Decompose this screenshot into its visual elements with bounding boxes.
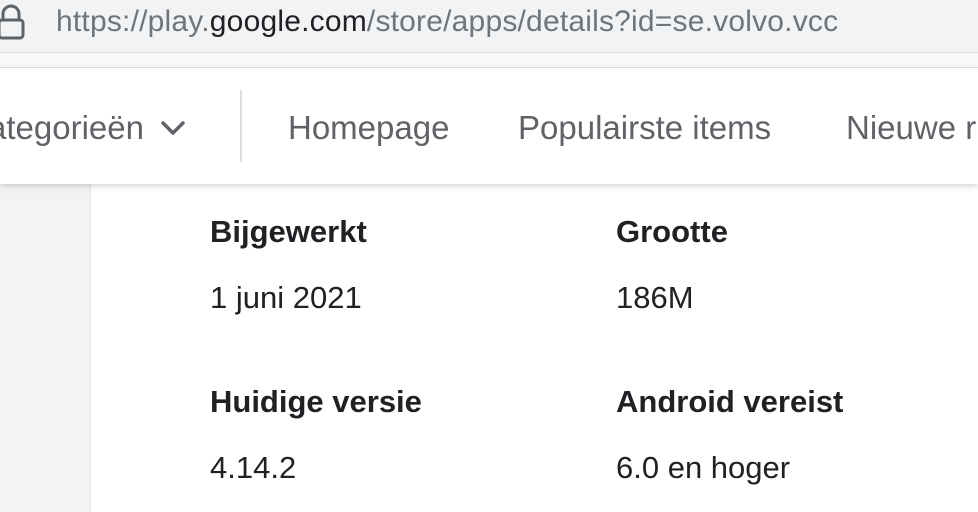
left-gutter <box>0 184 91 512</box>
category-nav: ategorieën Homepage Populairste items Ni… <box>0 68 978 184</box>
toolbar-separator <box>0 53 978 68</box>
chevron-down-icon[interactable] <box>160 118 186 138</box>
size-label: Grootte <box>616 214 728 249</box>
nav-new-releases-link[interactable]: Nieuwe r <box>846 106 976 150</box>
updated-label: Bijgewerkt <box>210 214 367 249</box>
url-domain: google.com <box>209 5 367 38</box>
lock-icon <box>0 4 25 40</box>
url-text[interactable]: https://play.google.com/store/apps/detai… <box>56 2 838 42</box>
nav-top-charts-link[interactable]: Populairste items <box>518 106 771 150</box>
nav-divider <box>240 90 242 162</box>
nav-homepage-link[interactable]: Homepage <box>288 106 449 150</box>
url-prefix: https://play. <box>56 5 210 38</box>
android-required-value: 6.0 en hoger <box>616 450 791 485</box>
updated-value: 1 juni 2021 <box>210 280 362 315</box>
url-path: /store/apps/details?id=se.volvo.vcc <box>366 5 839 38</box>
categories-dropdown[interactable]: ategorieën <box>0 106 144 150</box>
android-required-label: Android vereist <box>616 384 844 419</box>
address-bar[interactable]: https://play.google.com/store/apps/detai… <box>0 0 978 53</box>
current-version-label: Huidige versie <box>210 384 422 419</box>
additional-info-section: Bijgewerkt 1 juni 2021 Grootte 186M Huid… <box>91 184 978 512</box>
current-version-value: 4.14.2 <box>210 450 297 485</box>
size-value: 186M <box>616 280 694 315</box>
